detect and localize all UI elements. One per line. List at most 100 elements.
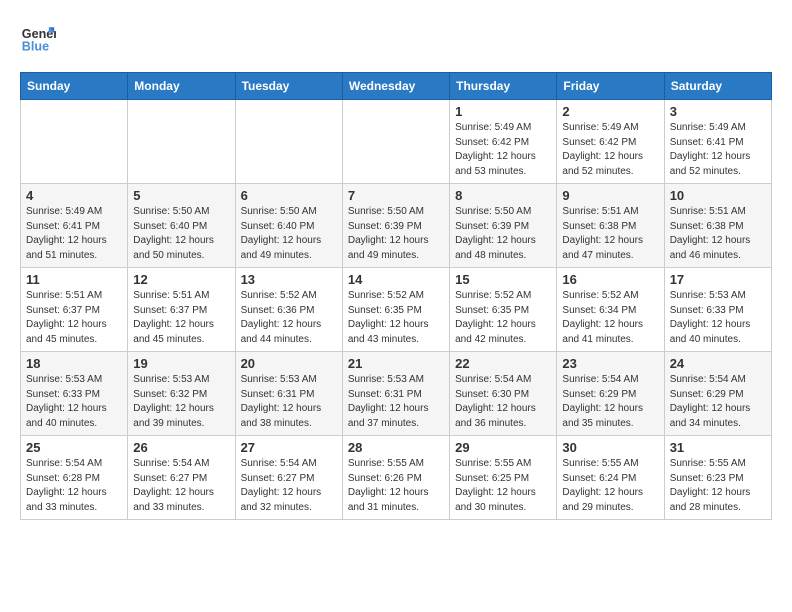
day-cell-22: 22 Sunrise: 5:54 AM Sunset: 6:30 PM Dayli… <box>450 352 557 436</box>
day-number: 28 <box>348 440 444 455</box>
header-saturday: Saturday <box>664 73 771 100</box>
header-monday: Monday <box>128 73 235 100</box>
day-content: Sunrise: 5:54 AM Sunset: 6:27 PM Dayligh… <box>133 457 229 515</box>
day-content: Sunrise: 5:50 AM Sunset: 6:40 PM Dayligh… <box>241 205 337 263</box>
day-content: Sunrise: 5:54 AM Sunset: 6:29 PM Dayligh… <box>670 373 766 431</box>
week-row-2: 4Sunrise: 5:49 AM Sunset: 6:41 PM Daylig… <box>21 184 772 268</box>
day-number: 3 <box>670 104 766 119</box>
day-cell-23: 23 Sunrise: 5:54 AM Sunset: 6:29 PM Dayli… <box>557 352 664 436</box>
day-number: 7 <box>348 188 444 203</box>
day-cell-30: 30 Sunrise: 5:55 AM Sunset: 6:24 PM Dayli… <box>557 436 664 520</box>
day-content: Sunrise: 5:50 AM Sunset: 6:39 PM Dayligh… <box>455 205 551 263</box>
day-cell-3: 3 Sunrise: 5:49 AM Sunset: 6:41 PM Daylig… <box>664 100 771 184</box>
day-cell-13: 13 Sunrise: 5:52 AM Sunset: 6:36 PM Dayli… <box>235 268 342 352</box>
day-cell-20: 20 Sunrise: 5:53 AM Sunset: 6:31 PM Dayli… <box>235 352 342 436</box>
day-number: 30 <box>562 440 658 455</box>
day-number: 14 <box>348 272 444 287</box>
day-content: Sunrise: 5:49 AM Sunset: 6:42 PM Dayligh… <box>455 121 551 179</box>
day-cell-19: 19 Sunrise: 5:53 AM Sunset: 6:32 PM Dayli… <box>128 352 235 436</box>
day-number: 27 <box>241 440 337 455</box>
day-number: 8 <box>455 188 551 203</box>
day-cell-2: 2 Sunrise: 5:49 AM Sunset: 6:42 PM Daylig… <box>557 100 664 184</box>
page-header: General Blue <box>20 20 772 56</box>
day-content: Sunrise: 5:51 AM Sunset: 6:37 PM Dayligh… <box>133 289 229 347</box>
week-row-1: 1Sunrise: 5:49 AM Sunset: 6:42 PM Daylig… <box>21 100 772 184</box>
day-content: Sunrise: 5:55 AM Sunset: 6:24 PM Dayligh… <box>562 457 658 515</box>
day-content: Sunrise: 5:55 AM Sunset: 6:25 PM Dayligh… <box>455 457 551 515</box>
day-number: 23 <box>562 356 658 371</box>
header-thursday: Thursday <box>450 73 557 100</box>
day-number: 21 <box>348 356 444 371</box>
day-number: 13 <box>241 272 337 287</box>
day-content: Sunrise: 5:51 AM Sunset: 6:37 PM Dayligh… <box>26 289 122 347</box>
day-cell-6: 6Sunrise: 5:50 AM Sunset: 6:40 PM Daylig… <box>235 184 342 268</box>
day-cell-1: 1Sunrise: 5:49 AM Sunset: 6:42 PM Daylig… <box>450 100 557 184</box>
day-number: 31 <box>670 440 766 455</box>
week-row-4: 18 Sunrise: 5:53 AM Sunset: 6:33 PM Dayli… <box>21 352 772 436</box>
day-content: Sunrise: 5:49 AM Sunset: 6:41 PM Dayligh… <box>670 121 766 179</box>
day-number: 16 <box>562 272 658 287</box>
day-content: Sunrise: 5:53 AM Sunset: 6:31 PM Dayligh… <box>241 373 337 431</box>
day-content: Sunrise: 5:51 AM Sunset: 6:38 PM Dayligh… <box>562 205 658 263</box>
calendar-header-row: SundayMondayTuesdayWednesdayThursdayFrid… <box>21 73 772 100</box>
day-number: 20 <box>241 356 337 371</box>
day-number: 22 <box>455 356 551 371</box>
day-cell-5: 5Sunrise: 5:50 AM Sunset: 6:40 PM Daylig… <box>128 184 235 268</box>
header-sunday: Sunday <box>21 73 128 100</box>
day-content: Sunrise: 5:53 AM Sunset: 6:31 PM Dayligh… <box>348 373 444 431</box>
day-cell-15: 15Sunrise: 5:52 AM Sunset: 6:35 PM Dayli… <box>450 268 557 352</box>
day-number: 17 <box>670 272 766 287</box>
logo-icon: General Blue <box>20 20 56 56</box>
day-content: Sunrise: 5:54 AM Sunset: 6:30 PM Dayligh… <box>455 373 551 431</box>
day-cell-empty <box>342 100 449 184</box>
day-number: 11 <box>26 272 122 287</box>
day-content: Sunrise: 5:51 AM Sunset: 6:38 PM Dayligh… <box>670 205 766 263</box>
day-cell-25: 25 Sunrise: 5:54 AM Sunset: 6:28 PM Dayli… <box>21 436 128 520</box>
day-cell-11: 11 Sunrise: 5:51 AM Sunset: 6:37 PM Dayli… <box>21 268 128 352</box>
day-content: Sunrise: 5:54 AM Sunset: 6:27 PM Dayligh… <box>241 457 337 515</box>
header-tuesday: Tuesday <box>235 73 342 100</box>
day-cell-21: 21 Sunrise: 5:53 AM Sunset: 6:31 PM Dayli… <box>342 352 449 436</box>
day-number: 2 <box>562 104 658 119</box>
day-cell-10: 10 Sunrise: 5:51 AM Sunset: 6:38 PM Dayli… <box>664 184 771 268</box>
day-content: Sunrise: 5:54 AM Sunset: 6:29 PM Dayligh… <box>562 373 658 431</box>
day-cell-16: 16 Sunrise: 5:52 AM Sunset: 6:34 PM Dayli… <box>557 268 664 352</box>
day-number: 10 <box>670 188 766 203</box>
day-cell-27: 27 Sunrise: 5:54 AM Sunset: 6:27 PM Dayli… <box>235 436 342 520</box>
day-content: Sunrise: 5:55 AM Sunset: 6:23 PM Dayligh… <box>670 457 766 515</box>
day-number: 26 <box>133 440 229 455</box>
logo: General Blue <box>20 20 60 56</box>
day-cell-31: 31 Sunrise: 5:55 AM Sunset: 6:23 PM Dayli… <box>664 436 771 520</box>
day-content: Sunrise: 5:53 AM Sunset: 6:33 PM Dayligh… <box>670 289 766 347</box>
day-content: Sunrise: 5:53 AM Sunset: 6:33 PM Dayligh… <box>26 373 122 431</box>
day-cell-8: 8 Sunrise: 5:50 AM Sunset: 6:39 PM Daylig… <box>450 184 557 268</box>
day-number: 18 <box>26 356 122 371</box>
day-cell-28: 28 Sunrise: 5:55 AM Sunset: 6:26 PM Dayli… <box>342 436 449 520</box>
day-number: 19 <box>133 356 229 371</box>
day-number: 24 <box>670 356 766 371</box>
day-number: 12 <box>133 272 229 287</box>
calendar-table: SundayMondayTuesdayWednesdayThursdayFrid… <box>20 72 772 520</box>
day-number: 9 <box>562 188 658 203</box>
day-content: Sunrise: 5:52 AM Sunset: 6:36 PM Dayligh… <box>241 289 337 347</box>
day-cell-empty <box>235 100 342 184</box>
day-content: Sunrise: 5:52 AM Sunset: 6:34 PM Dayligh… <box>562 289 658 347</box>
day-cell-empty <box>21 100 128 184</box>
day-number: 15 <box>455 272 551 287</box>
day-cell-17: 17 Sunrise: 5:53 AM Sunset: 6:33 PM Dayli… <box>664 268 771 352</box>
day-cell-18: 18 Sunrise: 5:53 AM Sunset: 6:33 PM Dayli… <box>21 352 128 436</box>
day-cell-4: 4Sunrise: 5:49 AM Sunset: 6:41 PM Daylig… <box>21 184 128 268</box>
header-friday: Friday <box>557 73 664 100</box>
day-content: Sunrise: 5:54 AM Sunset: 6:28 PM Dayligh… <box>26 457 122 515</box>
header-wednesday: Wednesday <box>342 73 449 100</box>
day-content: Sunrise: 5:55 AM Sunset: 6:26 PM Dayligh… <box>348 457 444 515</box>
day-cell-7: 7Sunrise: 5:50 AM Sunset: 6:39 PM Daylig… <box>342 184 449 268</box>
day-number: 25 <box>26 440 122 455</box>
day-number: 5 <box>133 188 229 203</box>
day-content: Sunrise: 5:49 AM Sunset: 6:42 PM Dayligh… <box>562 121 658 179</box>
day-content: Sunrise: 5:53 AM Sunset: 6:32 PM Dayligh… <box>133 373 229 431</box>
day-number: 4 <box>26 188 122 203</box>
day-cell-12: 12 Sunrise: 5:51 AM Sunset: 6:37 PM Dayli… <box>128 268 235 352</box>
svg-text:Blue: Blue <box>22 40 49 54</box>
day-cell-14: 14Sunrise: 5:52 AM Sunset: 6:35 PM Dayli… <box>342 268 449 352</box>
